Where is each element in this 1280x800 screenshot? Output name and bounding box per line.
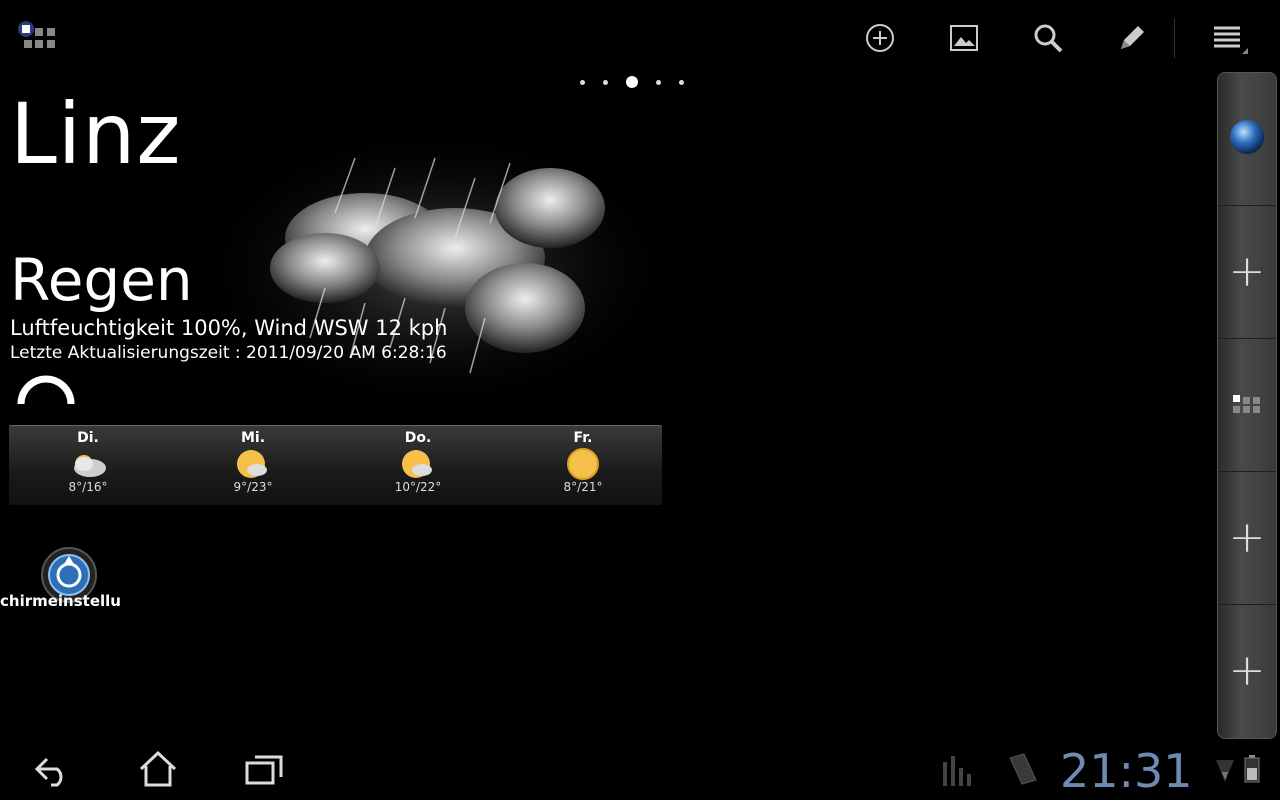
stats-notification-icon[interactable]	[940, 752, 974, 792]
forecast-day-name: Fr.	[573, 430, 593, 446]
side-panel-slot[interactable]: +	[1218, 472, 1276, 605]
side-panel-slot[interactable]: +	[1218, 206, 1276, 339]
pager-dot[interactable]	[679, 79, 684, 85]
forecast-temp: 8°/16°	[68, 480, 108, 494]
add-icon[interactable]: +	[1229, 649, 1266, 693]
forecast-day: Di. 8°/16°	[13, 426, 163, 505]
forecast-day-name: Do.	[404, 430, 432, 446]
side-panel-slot[interactable]: +	[1218, 605, 1276, 737]
forecast-day: Fr. 8°/21°	[508, 426, 658, 505]
cloudy-icon	[68, 446, 108, 482]
sd-card-notification-icon[interactable]	[1004, 752, 1040, 792]
add-widget-icon[interactable]	[860, 18, 900, 58]
back-button[interactable]	[30, 748, 78, 790]
home-button[interactable]	[134, 748, 182, 790]
forecast-day: Mi. 9°/23°	[178, 426, 328, 505]
forecast-temp: 9°/23°	[233, 480, 273, 494]
wallpaper-icon[interactable]	[944, 18, 984, 58]
partly-cloudy-icon	[398, 446, 438, 482]
weather-city: Linz	[10, 85, 182, 183]
side-panel: + + +	[1217, 72, 1277, 739]
app-shortcut-label[interactable]: chirmeinstellu	[0, 592, 135, 610]
forecast-temp: 8°/21°	[563, 480, 603, 494]
side-panel-slot[interactable]	[1218, 339, 1276, 472]
toolbar-divider	[1174, 18, 1175, 58]
pager-dot-active[interactable]	[626, 76, 638, 88]
side-panel-slot[interactable]	[1218, 73, 1276, 206]
wifi-signal-icon	[1214, 756, 1236, 788]
forecast-day-name: Di.	[77, 430, 99, 446]
pager-dot[interactable]	[656, 79, 661, 85]
forecast-temp: 10°/22°	[394, 480, 442, 494]
search-icon[interactable]	[1028, 18, 1068, 58]
sunny-icon	[563, 446, 603, 482]
weather-details: Luftfeuchtigkeit 100%, Wind WSW 12 kph	[10, 316, 448, 340]
recent-apps-button[interactable]	[240, 748, 288, 790]
forecast-day-name: Mi.	[240, 430, 266, 446]
battery-icon	[1244, 754, 1260, 788]
edit-icon[interactable]	[1112, 18, 1152, 58]
weather-condition: Regen	[10, 246, 193, 314]
browser-globe-icon[interactable]	[1229, 119, 1265, 159]
status-clock[interactable]: 21:31	[1060, 748, 1193, 794]
add-icon[interactable]: +	[1229, 516, 1266, 560]
forecast-day: Do. 10°/22°	[343, 426, 493, 505]
weather-updated: Letzte Aktualisierungszeit : 2011/09/20 …	[10, 343, 447, 363]
app-drawer-icon[interactable]	[1231, 392, 1263, 418]
app-drawer-icon[interactable]	[14, 18, 58, 52]
pager-dot[interactable]	[603, 79, 608, 85]
menu-icon[interactable]	[1208, 18, 1248, 58]
pager-dot[interactable]	[580, 79, 585, 85]
forecast-strip[interactable]: Di. 8°/16° Mi. 9°/23° Do. 10°/22° Fr. 8°…	[9, 425, 662, 505]
add-icon[interactable]: +	[1229, 250, 1266, 294]
home-screen-pager	[580, 76, 684, 88]
refresh-icon[interactable]	[14, 372, 78, 404]
partly-cloudy-icon	[233, 446, 273, 482]
